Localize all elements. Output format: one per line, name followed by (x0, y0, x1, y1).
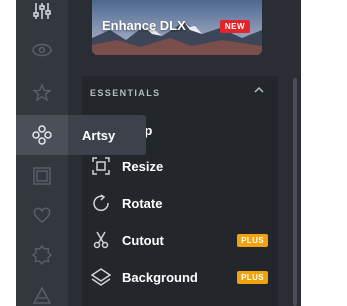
heart-icon (33, 207, 51, 223)
tool-rail (16, 0, 68, 306)
scissors-icon (90, 229, 112, 251)
star-icon (32, 83, 52, 102)
frame-icon (33, 167, 51, 185)
badge-icon (32, 245, 52, 265)
chevron-up-icon[interactable] (254, 86, 264, 94)
editor-window: Artsy Enhance DLX NEW ESSENTIALS Resize … (16, 0, 301, 306)
background-icon (90, 266, 112, 288)
star-rail-button[interactable] (16, 74, 68, 112)
tool-label: Resize (122, 158, 164, 174)
plus-badge: PLUS (237, 233, 268, 247)
essentials-section: ESSENTIALS Crop Resize (82, 76, 278, 306)
tool-cutout[interactable]: Cutout PLUS (90, 225, 270, 255)
section-title: ESSENTIALS (90, 88, 161, 98)
eye-rail-button[interactable] (16, 31, 68, 69)
triangle-icon (32, 286, 52, 304)
badge-rail-button[interactable] (16, 236, 68, 274)
triangle-rail-button[interactable] (16, 276, 68, 306)
rotate-icon (90, 192, 112, 214)
tool-label: Cutout (122, 232, 164, 248)
tool-rotate[interactable]: Rotate (90, 188, 270, 218)
tool-resize[interactable]: Resize (90, 151, 270, 181)
panel-scrollbar[interactable] (293, 78, 297, 306)
eye-icon (32, 43, 52, 57)
heart-rail-button[interactable] (16, 196, 68, 234)
enhance-banner[interactable]: Enhance DLX NEW (92, 0, 262, 55)
artsy-icon (32, 125, 52, 145)
adjust-rail-button[interactable] (16, 0, 68, 30)
tool-background[interactable]: Background PLUS (90, 262, 270, 292)
frame-rail-button[interactable] (16, 157, 68, 195)
banner-title: Enhance DLX (102, 18, 186, 33)
tool-label: Rotate (122, 195, 163, 211)
plus-badge: PLUS (237, 270, 268, 284)
resize-icon (90, 155, 112, 177)
adjust-icon (33, 3, 51, 19)
new-badge: NEW (219, 20, 250, 33)
artsy-tooltip: Artsy (68, 115, 146, 155)
tool-label: Background (122, 269, 198, 285)
artsy-rail-button[interactable] (16, 115, 68, 155)
